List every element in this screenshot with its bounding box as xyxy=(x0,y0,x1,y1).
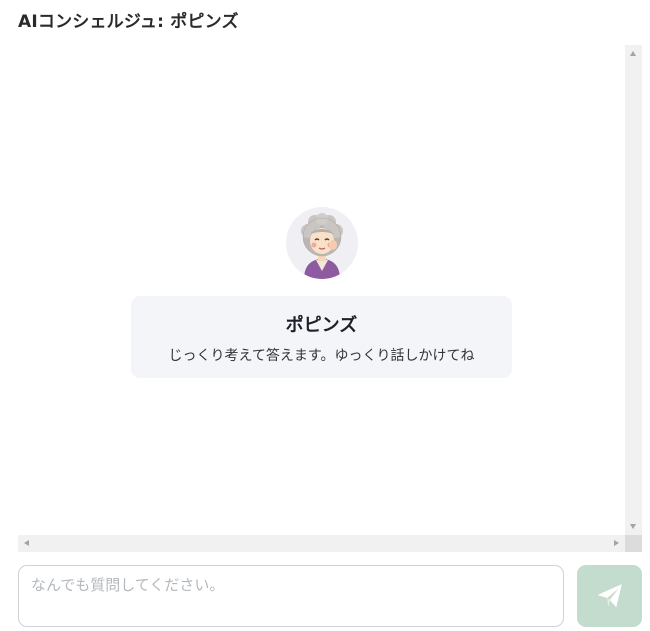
send-button[interactable] xyxy=(577,565,642,627)
concierge-description: じっくり考えて答えます。ゆっくり話しかけてね xyxy=(168,348,475,364)
concierge-avatar xyxy=(286,207,358,279)
scroll-right-arrow-icon[interactable] xyxy=(614,540,619,546)
scroll-up-arrow-icon[interactable] xyxy=(630,51,636,56)
scrollbar-corner xyxy=(625,535,642,552)
scroll-down-arrow-icon[interactable] xyxy=(630,524,636,529)
message-input[interactable] xyxy=(18,565,564,627)
concierge-intro-card: ポピンズ じっくり考えて答えます。ゆっくり話しかけてね xyxy=(131,296,512,378)
chat-area: ポピンズ じっくり考えて答えます。ゆっくり話しかけてね xyxy=(18,45,642,552)
vertical-scrollbar[interactable] xyxy=(625,45,642,535)
scroll-left-arrow-icon[interactable] xyxy=(24,540,29,546)
concierge-name: ポピンズ xyxy=(285,315,358,336)
chat-viewport: ポピンズ じっくり考えて答えます。ゆっくり話しかけてね xyxy=(18,45,625,535)
grandmother-avatar-icon xyxy=(301,213,343,279)
paper-plane-icon xyxy=(597,584,622,608)
page-title: AIコンシェルジュ: ポピンズ xyxy=(18,12,239,32)
horizontal-scrollbar[interactable] xyxy=(18,535,625,552)
